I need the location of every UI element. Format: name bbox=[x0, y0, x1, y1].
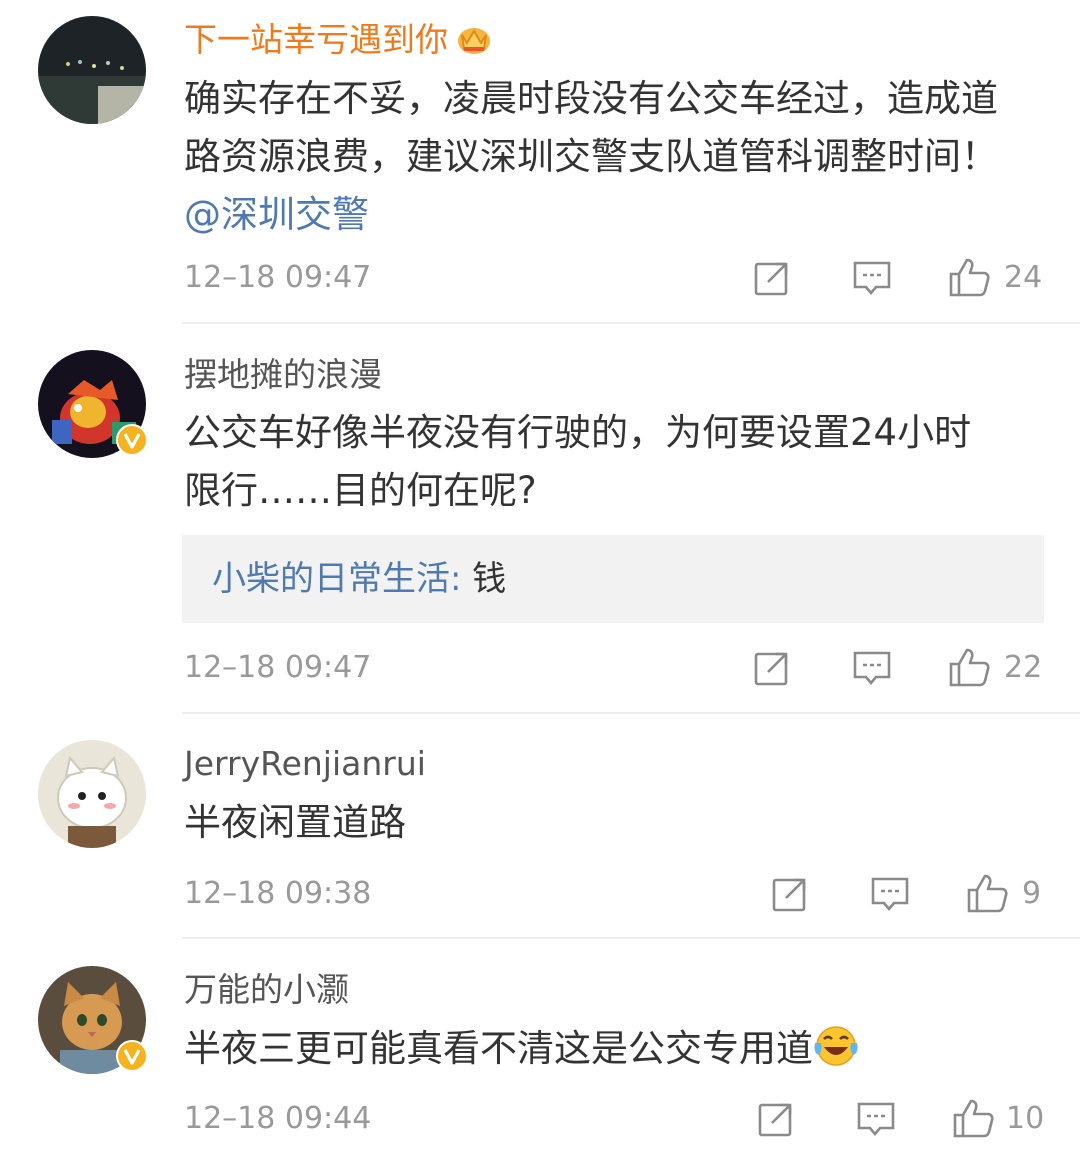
comment-text: 半夜三更可能真看不清这是公交专用道 bbox=[184, 1020, 1054, 1084]
comment-icon[interactable] bbox=[852, 648, 892, 692]
comment-line: 路资源浪费，建议深圳交警支队道管科调整时间！ bbox=[184, 135, 998, 178]
divider bbox=[182, 712, 1080, 714]
repost-icon[interactable] bbox=[752, 648, 792, 692]
like-icon[interactable] bbox=[948, 256, 992, 302]
avatar-image bbox=[38, 740, 146, 848]
reply-preview[interactable]: 小柴的日常生活: 钱 bbox=[182, 535, 1044, 623]
verified-badge-icon bbox=[116, 424, 148, 456]
repost-icon[interactable] bbox=[756, 1099, 796, 1143]
comment-username[interactable]: 万能的小灏 bbox=[184, 970, 349, 1010]
comment-timestamp: 12–18 09:47 bbox=[184, 260, 372, 295]
comment-line: 限行……目的何在呢? bbox=[184, 469, 537, 512]
verified-badge-icon bbox=[116, 1040, 148, 1072]
comment-username[interactable]: 下一站幸亏遇到你 bbox=[184, 20, 492, 64]
avatar[interactable] bbox=[38, 740, 146, 848]
reply-text: 小柴的日常生活: 钱 bbox=[212, 557, 506, 601]
comment-icon[interactable] bbox=[870, 874, 910, 918]
comment-icon[interactable] bbox=[852, 258, 892, 302]
like-count: 22 bbox=[1004, 650, 1043, 685]
comment-line-text: 半夜三更可能真看不清这是公交专用道 bbox=[184, 1027, 813, 1070]
like-icon[interactable] bbox=[966, 872, 1010, 918]
comment-text: 确实存在不妥，凌晨时段没有公交车经过，造成道 路资源浪费，建议深圳交警支队道管科… bbox=[184, 70, 1054, 244]
reply-content: 钱 bbox=[461, 559, 507, 599]
divider bbox=[182, 322, 1080, 324]
comment-text: 公交车好像半夜没有行驶的，为何要设置24小时 限行……目的何在呢? bbox=[184, 404, 1054, 520]
avatar[interactable] bbox=[38, 16, 146, 124]
laugh-cry-emoji-icon bbox=[813, 1025, 859, 1084]
username-text[interactable]: 下一站幸亏遇到你 bbox=[184, 20, 448, 59]
like-count: 10 bbox=[1006, 1101, 1045, 1136]
like-count: 9 bbox=[1022, 876, 1042, 911]
repost-icon[interactable] bbox=[770, 874, 810, 918]
comment-icon[interactable] bbox=[856, 1099, 896, 1143]
comment-timestamp: 12–18 09:47 bbox=[184, 650, 372, 685]
avatar[interactable] bbox=[38, 966, 148, 1074]
comment-timestamp: 12–18 09:44 bbox=[184, 1101, 372, 1136]
mention-link[interactable]: @深圳交警 bbox=[184, 186, 1054, 244]
like-icon[interactable] bbox=[952, 1097, 996, 1143]
comment-line: 公交车好像半夜没有行驶的，为何要设置24小时 bbox=[184, 411, 972, 454]
comment-line: 确实存在不妥，凌晨时段没有公交车经过，造成道 bbox=[184, 77, 998, 120]
comment-text: 半夜闲置道路 bbox=[184, 794, 1054, 852]
reply-separator: : bbox=[450, 559, 462, 599]
reply-username[interactable]: 小柴的日常生活 bbox=[212, 559, 450, 599]
comment-timestamp: 12–18 09:38 bbox=[184, 876, 372, 911]
divider bbox=[182, 937, 1080, 939]
comment-username[interactable]: 摆地摊的浪漫 bbox=[184, 355, 382, 395]
crown-icon bbox=[456, 23, 492, 64]
comment-line: 半夜闲置道路 bbox=[184, 801, 406, 844]
like-count: 24 bbox=[1004, 260, 1043, 295]
avatar-image bbox=[38, 16, 146, 124]
avatar[interactable] bbox=[38, 350, 148, 458]
like-icon[interactable] bbox=[948, 646, 992, 692]
comment-username[interactable]: JerryRenjianrui bbox=[184, 744, 426, 784]
comment-line: 半夜三更可能真看不清这是公交专用道 bbox=[184, 1020, 1054, 1084]
repost-icon[interactable] bbox=[752, 258, 792, 302]
